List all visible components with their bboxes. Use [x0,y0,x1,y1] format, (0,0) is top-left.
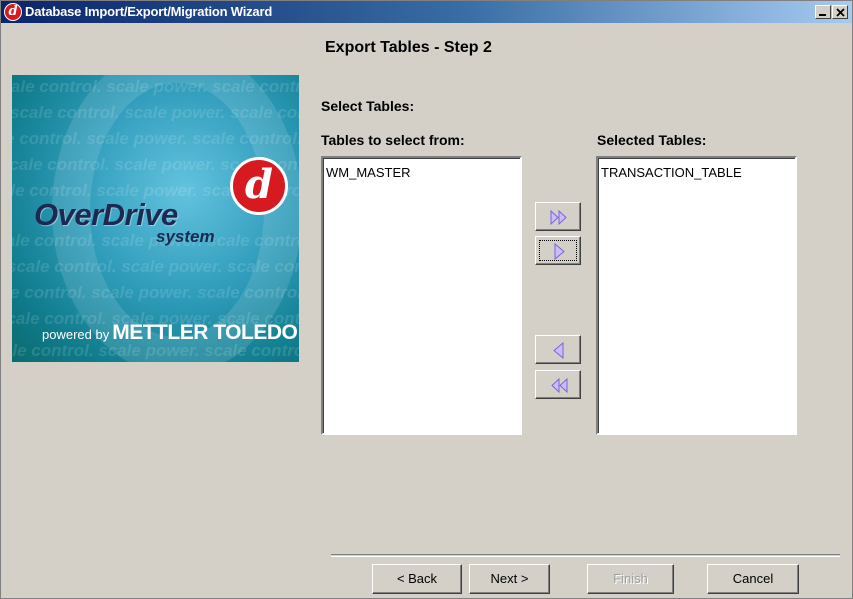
minimize-button[interactable] [815,5,831,19]
right-arrow-icon [554,242,565,261]
overdrive-d-icon: d [4,3,22,21]
back-button[interactable]: < Back [372,564,462,594]
logo-powered-text: powered by [42,327,110,342]
overdrive-logo-image: scale control. scale power. scale contro… [12,75,299,362]
target-list-label: Selected Tables: [597,132,707,148]
selected-tables-list[interactable]: TRANSACTION_TABLE [596,156,797,435]
add-selected-button[interactable] [535,236,581,265]
select-tables-label: Select Tables: [321,98,415,114]
add-all-button[interactable] [535,202,581,231]
close-button[interactable] [832,5,848,19]
next-button[interactable]: Next > [469,564,550,594]
cancel-button[interactable]: Cancel [707,564,799,594]
logo-watermark-text: scale control. scale power. scale contro… [12,129,299,148]
logo-brand-sub: system [156,227,215,246]
remove-all-button[interactable] [535,370,581,399]
source-list-label: Tables to select from: [321,132,465,148]
close-icon [836,8,845,17]
step-title: Export Tables - Step 2 [325,39,492,56]
remove-selected-button[interactable] [535,335,581,364]
logo-watermark-text: scale control. scale power. scale contro… [12,283,299,302]
logo-powered-by: powered by METTLER TOLEDO [42,321,298,345]
button-separator [331,554,840,557]
logo-company: METTLER TOLEDO [112,321,298,344]
logo-watermark-text: scale control. scale power. scale contro… [12,77,299,96]
title-bar[interactable]: d Database Import/Export/Migration Wizar… [1,1,852,23]
double-right-arrow-icon [550,209,567,226]
double-left-arrow-icon [551,377,568,394]
window-title: Database Import/Export/Migration Wizard [25,4,273,19]
logo-d-icon: d [230,157,288,215]
wizard-window: d Database Import/Export/Migration Wizar… [0,0,853,599]
source-tables-list[interactable]: WM_MASTER [321,156,522,435]
finish-button[interactable]: Finish [587,564,674,594]
logo-watermark-text: scale control. scale power. scale contro… [12,103,299,122]
list-item[interactable]: WM_MASTER [326,165,411,180]
logo-watermark-text: scale control. scale power. scale contro… [12,257,299,276]
list-item[interactable]: TRANSACTION_TABLE [601,165,742,180]
left-arrow-icon [553,341,564,360]
